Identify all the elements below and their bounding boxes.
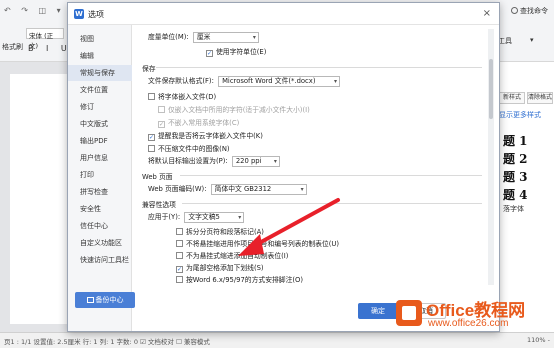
arrow-shaft [250,198,340,249]
watermark-url: www.office26.com [428,318,509,329]
backup-icon [86,297,94,303]
arrow-head [238,234,264,256]
watermark: Office教程网 www.office26.com [396,294,552,338]
office-logo-icon [396,300,422,326]
backup-center-button[interactable]: 备份中心 [75,292,135,308]
